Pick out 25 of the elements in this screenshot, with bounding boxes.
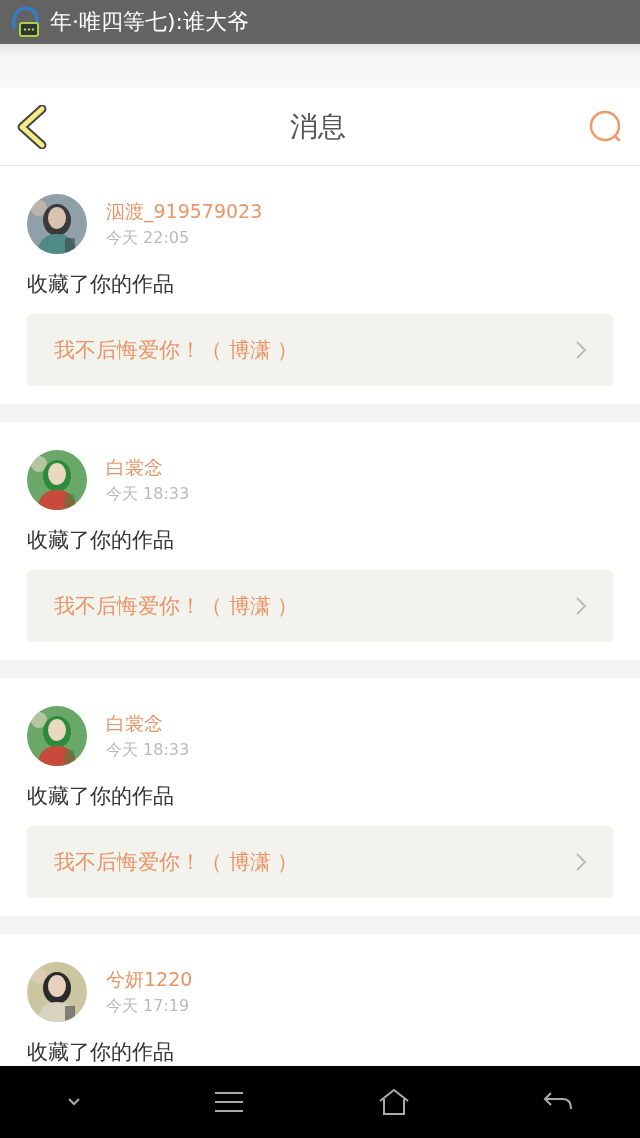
user-name[interactable]: 白裳念 xyxy=(106,455,190,481)
user-name[interactable]: 泅渡_919579023 xyxy=(106,199,263,225)
page-title: 消息 xyxy=(290,108,346,145)
message-text: 收藏了你的作品 xyxy=(27,527,175,554)
work-link[interactable]: 我不后悔爱你！（ 博潇 ） xyxy=(27,570,613,642)
work-link[interactable]: 我不后悔爱你！（ 博潇 ） xyxy=(27,314,613,386)
notification-text: 年·唯四等七):谁大爷 xyxy=(50,8,249,36)
message-time: 今天 17:19 xyxy=(106,996,191,1017)
message-text: 收藏了你的作品 xyxy=(27,783,175,810)
message-time: 今天 18:33 xyxy=(106,740,190,761)
chevron-icon xyxy=(575,852,587,872)
user-name[interactable]: 白裳念 xyxy=(106,711,190,737)
chevron-icon xyxy=(575,596,587,616)
work-link[interactable]: 我不后悔爱你！（ 博潇 ） xyxy=(27,826,613,898)
message-time: 今天 18:33 xyxy=(106,484,190,505)
chat-app-icon xyxy=(10,5,42,39)
menu-icon[interactable] xyxy=(214,1091,245,1113)
user-name[interactable]: 兮妍1220 xyxy=(106,967,193,993)
message-text: 收藏了你的作品 xyxy=(27,271,175,298)
chevron-icon xyxy=(575,340,587,360)
message-time: 今天 22:05 xyxy=(106,228,191,249)
back-icon[interactable] xyxy=(16,104,48,149)
chevron-down-icon[interactable] xyxy=(66,1097,81,1107)
message-text: 收藏了你的作品 xyxy=(27,1039,175,1066)
home-icon[interactable] xyxy=(377,1088,410,1116)
